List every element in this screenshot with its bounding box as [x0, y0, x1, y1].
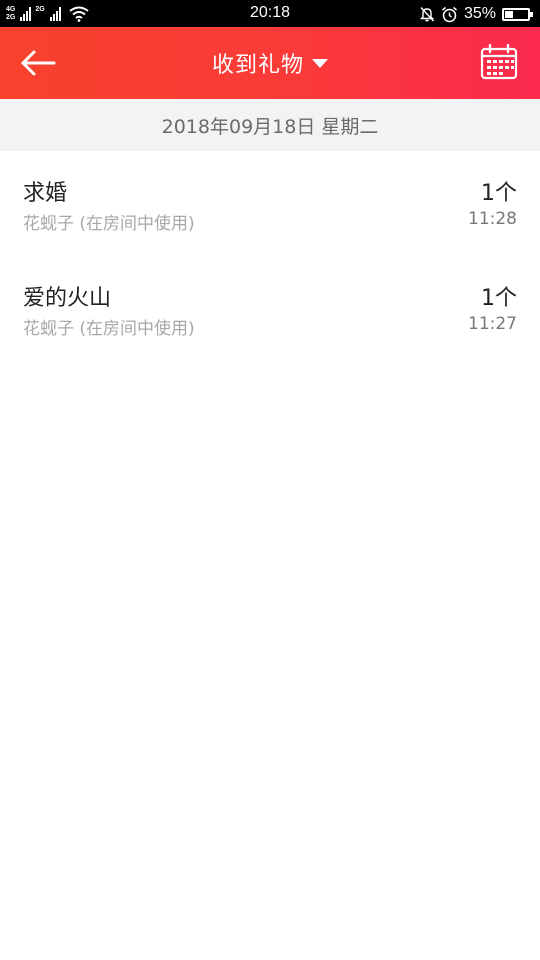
- gift-name: 爱的火山: [23, 286, 112, 311]
- status-bar: 4G 2G 2G 20:18 35%: [0, 0, 540, 27]
- gift-subtitle: 花蚬子 (在房间中使用): [23, 214, 195, 234]
- list-item[interactable]: 求婚 花蚬子 (在房间中使用) 1个 11:28: [0, 151, 540, 256]
- date-bar: 2018年09月18日 星期二: [0, 99, 540, 151]
- calendar-button[interactable]: [480, 43, 518, 80]
- calendar-icon: [480, 43, 518, 80]
- gift-name: 求婚: [23, 181, 68, 206]
- date-label: 2018年09月18日 星期二: [161, 115, 379, 138]
- gift-time: 11:28: [468, 209, 517, 229]
- gift-list: 求婚 花蚬子 (在房间中使用) 1个 11:28 爱的火山 花蚬子 (在房间中使…: [0, 151, 540, 361]
- gift-subtitle: 花蚬子 (在房间中使用): [23, 319, 195, 339]
- gift-quantity: 1个: [481, 181, 517, 206]
- battery-fill: [505, 10, 514, 18]
- title-dropdown[interactable]: 收到礼物: [0, 27, 540, 99]
- gift-quantity: 1个: [481, 286, 517, 311]
- alarm-icon: [441, 6, 457, 22]
- header-bar: 收到礼物: [0, 27, 540, 99]
- list-item[interactable]: 爱的火山 花蚬子 (在房间中使用) 1个 11:27: [0, 256, 540, 361]
- gift-time: 11:27: [468, 314, 517, 334]
- status-right: 35%: [419, 4, 533, 24]
- battery-icon: [502, 7, 533, 21]
- battery-percent: 35%: [463, 5, 496, 22]
- caret-down-icon: [312, 58, 328, 68]
- mute-icon: [419, 7, 435, 22]
- page-title: 收到礼物: [211, 53, 304, 78]
